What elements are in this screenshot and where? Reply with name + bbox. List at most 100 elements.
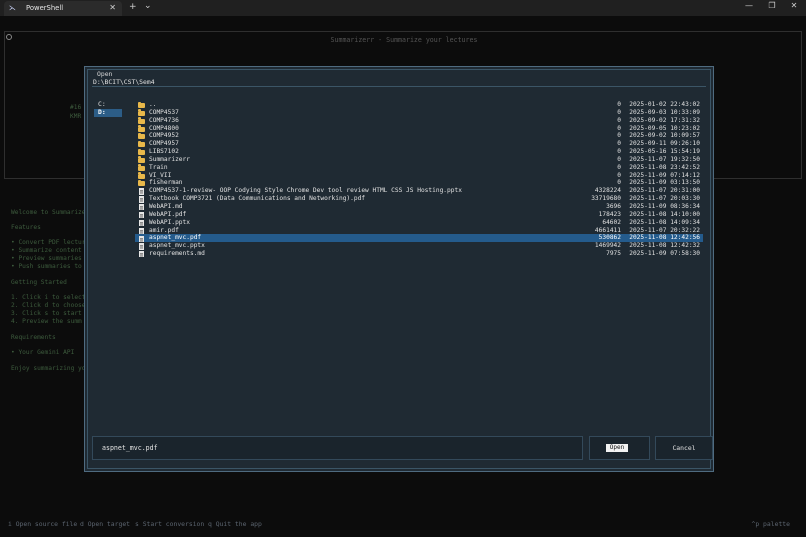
file-icon <box>138 195 146 203</box>
bg-text-line: • Summarize content <box>11 247 82 254</box>
file-icon <box>138 187 146 195</box>
folder-icon <box>138 101 146 109</box>
entry-size: 0 <box>617 163 621 171</box>
folder-row[interactable]: COMP4957 0 2025-09-11 09:26:10 <box>135 140 703 148</box>
folder-icon <box>138 179 146 187</box>
folder-row[interactable]: VI_VII 0 2025-11-09 07:14:12 <box>135 172 703 180</box>
bg-text-line: 4. Preview the summ <box>11 318 82 325</box>
status-circle-icon <box>6 34 12 40</box>
folder-row[interactable]: fisherman 0 2025-11-09 03:13:50 <box>135 179 703 187</box>
entry-date: 2025-05-16 15:54:19 <box>629 148 700 156</box>
close-tab-icon[interactable]: ✕ <box>109 3 116 12</box>
file-row[interactable]: aspnet_mvc.pdf 530862 2025-11-08 12:42:56 <box>135 234 703 243</box>
footer-palette[interactable]: ^p palette <box>752 520 790 528</box>
drive-item[interactable]: D: <box>94 108 122 117</box>
bg-text-line: • Push summaries to <box>11 263 82 270</box>
cancel-button[interactable]: Cancel <box>655 436 713 460</box>
entry-name: fisherman <box>149 179 183 187</box>
entry-size: 0 <box>617 148 621 156</box>
entry-date: 2025-11-08 23:42:52 <box>629 163 700 171</box>
file-row[interactable]: Textbook COMP3721 (Data Communications a… <box>135 195 703 203</box>
window-titlebar: ⋋ PowerShell ✕ + ⌄ — ❐ ✕ <box>0 0 806 16</box>
open-button[interactable]: Open <box>606 444 628 452</box>
divider <box>92 86 706 87</box>
folder-row[interactable]: COMP4537 0 2025-09-03 10:33:09 <box>135 109 703 117</box>
entry-name: LIBS7102 <box>149 148 179 156</box>
entry-size: 4328224 <box>594 187 621 195</box>
footer-quit[interactable]: q Quit the app <box>208 520 262 528</box>
entry-size: 0 <box>617 101 621 108</box>
entry-date: 2025-09-03 10:33:09 <box>629 108 700 116</box>
footer-open-target[interactable]: d Open target <box>80 520 130 528</box>
entry-name: Train <box>149 163 168 171</box>
bg-text-line: • Your Gemini API <box>11 349 75 356</box>
file-list: .. 0 2025-01-02 22:43:02 COMP4537 0 2025-09-0… <box>135 101 703 258</box>
entry-date: 2025-11-08 14:09:34 <box>629 218 700 226</box>
file-icon <box>138 242 146 250</box>
entry-size: 33719680 <box>591 195 621 203</box>
entry-date: 2025-11-07 20:32:22 <box>629 226 700 234</box>
bg-text-line: Requirements <box>11 334 56 341</box>
entry-name: COMP4537 <box>149 108 179 116</box>
entry-name: WebAPI.pptx <box>149 218 190 226</box>
entry-name: aspnet_mvc.pptx <box>149 242 205 250</box>
entry-name: COMP4736 <box>149 116 179 124</box>
entry-name: Textbook COMP3721 (Data Communications a… <box>149 195 366 203</box>
entry-size: 0 <box>617 155 621 163</box>
entry-date: 2025-09-02 17:31:32 <box>629 116 700 124</box>
footer-start-conversion[interactable]: s Start conversion <box>135 520 204 528</box>
entry-size: 1469942 <box>594 242 621 250</box>
entry-date: 2025-11-07 19:32:50 <box>629 155 700 163</box>
entry-size: 0 <box>617 124 621 132</box>
folder-row[interactable]: Train 0 2025-11-08 23:42:52 <box>135 164 703 172</box>
entry-date: 2025-11-08 14:10:00 <box>629 210 700 218</box>
bg-text-line: Getting Started <box>11 279 67 286</box>
folder-icon <box>138 132 146 140</box>
tab-powershell[interactable]: ⋋ PowerShell ✕ <box>4 1 122 16</box>
file-row[interactable]: aspnet_mvc.pptx 1469942 2025-11-08 12:42:3… <box>135 242 703 250</box>
entry-size: 0 <box>617 108 621 116</box>
open-button-container: Open <box>589 436 650 460</box>
entry-size: 178423 <box>598 210 621 218</box>
file-row[interactable]: WebAPI.pdf 178423 2025-11-08 14:10:00 <box>135 211 703 219</box>
file-row[interactable]: WebAPI.pptx 64602 2025-11-08 14:09:34 <box>135 219 703 227</box>
folder-row[interactable]: LIBS7102 0 2025-05-16 15:54:19 <box>135 148 703 156</box>
file-icon <box>138 227 146 235</box>
file-row[interactable]: amir.pdf 4661411 2025-11-07 20:32:22 <box>135 227 703 235</box>
folder-icon <box>138 148 146 156</box>
folder-icon <box>138 125 146 133</box>
app-title: Summarizerr - Summarize your lectures <box>330 36 478 44</box>
filename-input[interactable]: aspnet_mvc.pdf <box>92 436 583 460</box>
entry-name: COMP4952 <box>149 132 179 140</box>
entry-date: 2025-09-05 10:23:02 <box>629 124 700 132</box>
tab-title: PowerShell <box>26 4 64 12</box>
tab-dropdown-button[interactable]: ⌄ <box>144 1 152 11</box>
entry-name: COMP4800 <box>149 124 179 132</box>
folder-row[interactable]: .. 0 2025-01-02 22:43:02 <box>135 101 703 109</box>
entry-size: 64602 <box>602 218 621 226</box>
new-tab-button[interactable]: + <box>129 2 137 12</box>
folder-row[interactable]: Summarizerr 0 2025-11-07 19:32:50 <box>135 156 703 164</box>
file-icon <box>138 219 146 227</box>
file-row[interactable]: COMP4537-1-review- OOP Codying Style Chr… <box>135 187 703 195</box>
bg-text-line: Enjoy summarizing yo <box>11 365 86 372</box>
drive-list: C: D: <box>94 100 122 117</box>
minimize-button[interactable]: — <box>742 1 756 10</box>
file-row[interactable]: WebAPI.md 3696 2025-11-09 08:36:34 <box>135 203 703 211</box>
maximize-button[interactable]: ❐ <box>765 1 779 10</box>
close-window-button[interactable]: ✕ <box>787 1 801 10</box>
folder-row[interactable]: COMP4736 0 2025-09-02 17:31:32 <box>135 117 703 125</box>
footer-open-source[interactable]: i Open source file <box>8 520 77 528</box>
file-row[interactable]: requirements.md 7975 2025-11-09 07:58:30 <box>135 250 703 258</box>
file-icon <box>138 250 146 258</box>
entry-name: COMP4537-1-review- OOP Codying Style Chr… <box>149 187 462 195</box>
entry-name: amir.pdf <box>149 226 179 234</box>
folder-row[interactable]: COMP4952 0 2025-09-02 10:09:57 <box>135 132 703 140</box>
entry-size: 0 <box>617 116 621 124</box>
powershell-icon: ⋋ <box>9 4 16 12</box>
entry-date: 2025-11-09 08:36:34 <box>629 202 700 210</box>
folder-row[interactable]: COMP4800 0 2025-09-05 10:23:02 <box>135 125 703 133</box>
entry-size: 4661411 <box>594 226 621 234</box>
entry-name: aspnet_mvc.pdf <box>149 234 202 242</box>
folder-icon <box>138 117 146 125</box>
